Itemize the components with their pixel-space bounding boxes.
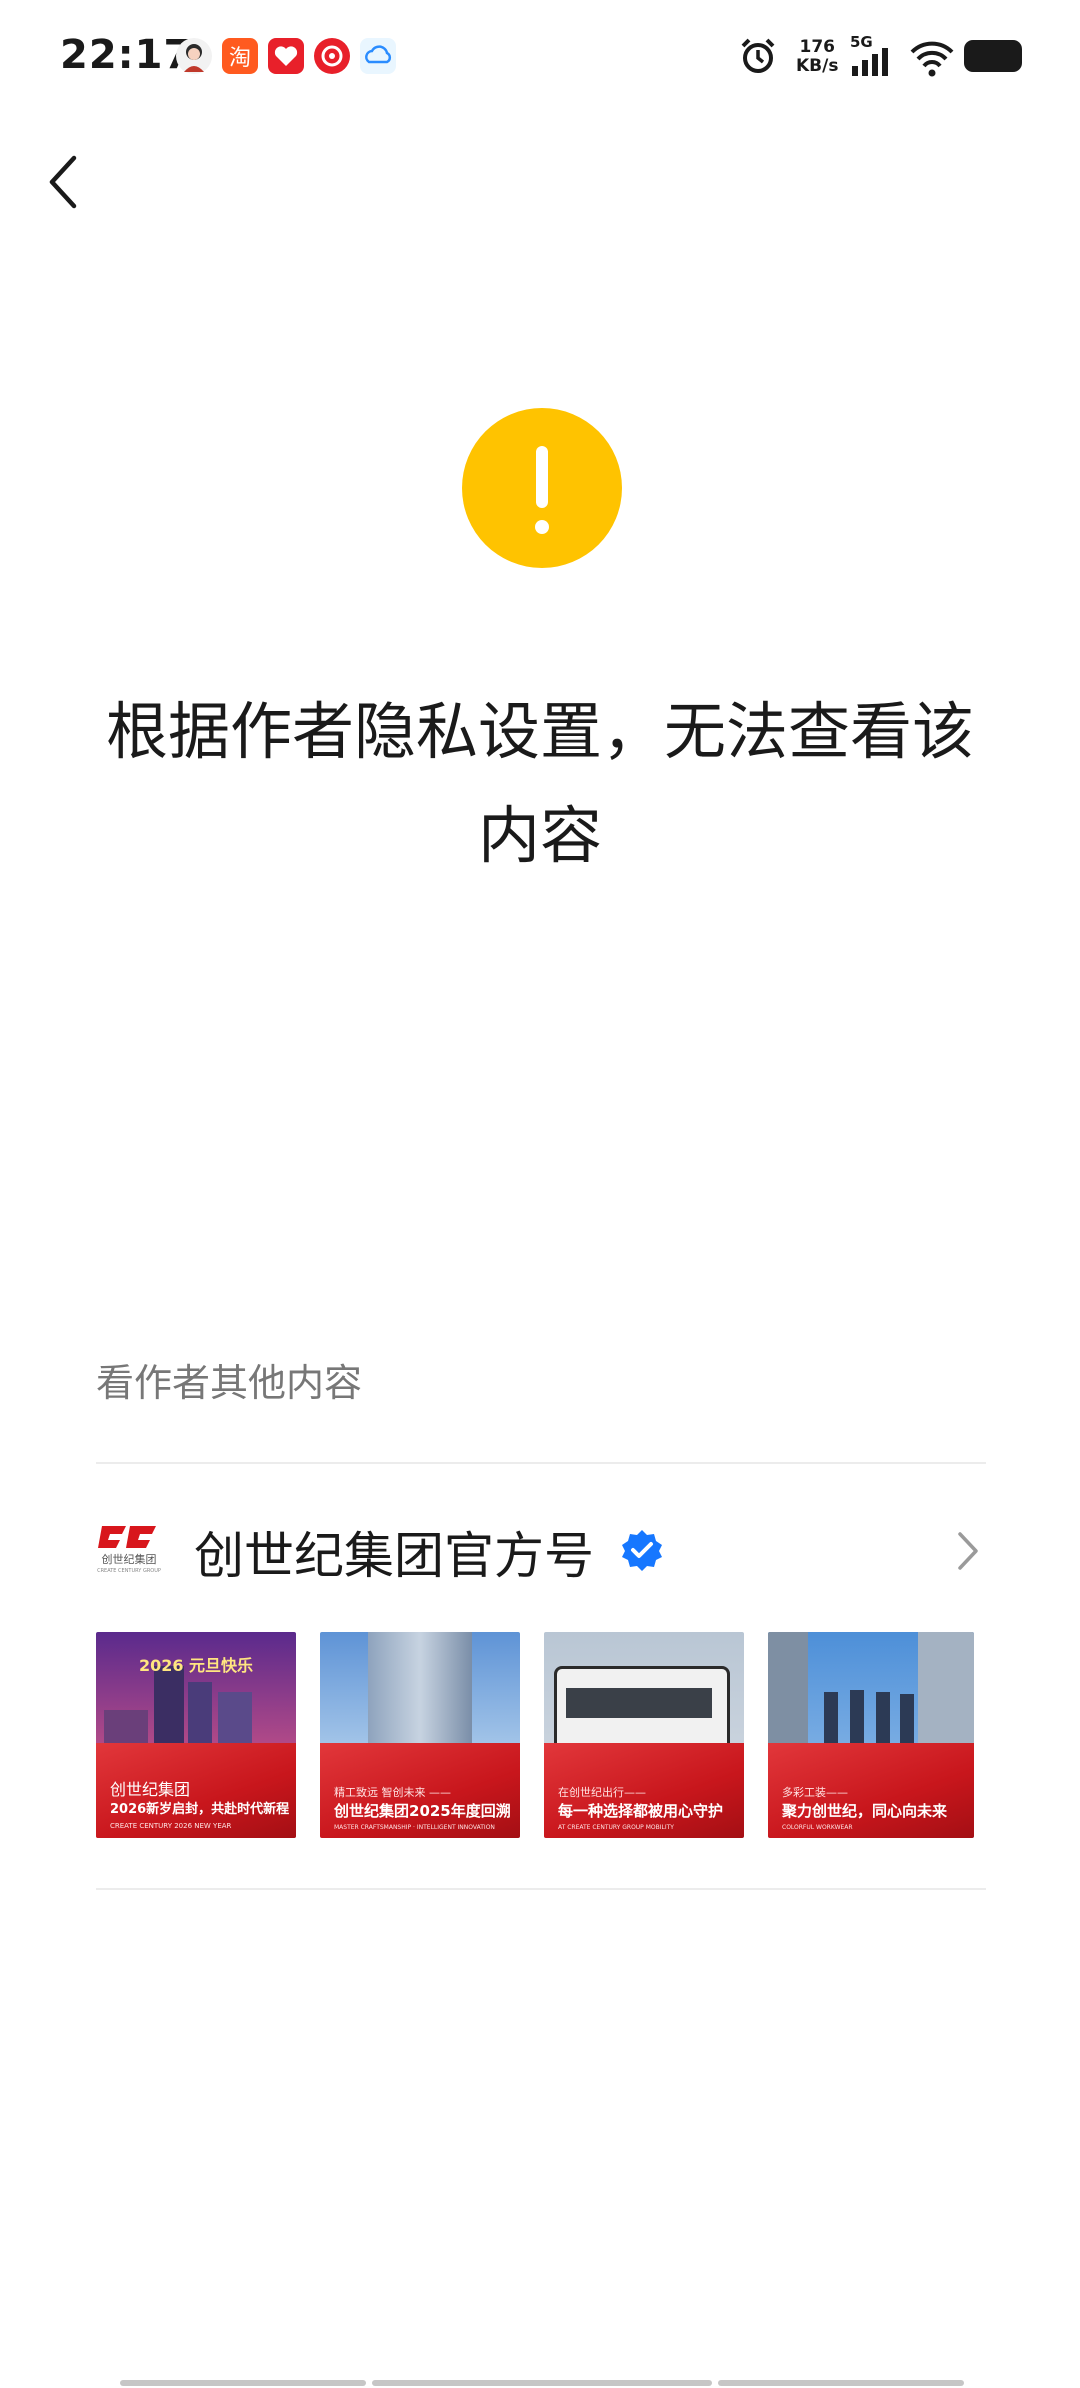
alarm-icon	[738, 36, 778, 80]
chevron-left-icon	[49, 155, 77, 209]
divider-top	[96, 1462, 986, 1464]
verified-badge-icon	[620, 1528, 664, 1572]
thumbnail-1-small: 创世纪集团	[110, 1780, 191, 1799]
author-row[interactable]: 创世纪集团 CREATE CENTURY GROUP 创世纪集团官方号	[96, 1510, 986, 1590]
thumbnail-1[interactable]: 2026 元旦快乐 创世纪集团 2026新岁启封，共赴时代新程 CREATE C…	[96, 1632, 296, 1838]
thumbnail-3[interactable]: 在创世纪出行—— 每一种选择都被用心守护 AT CREATE CENTURY G…	[544, 1632, 744, 1838]
thumbnail-4[interactable]: 多彩工装—— 聚力创世纪，同心向未来 COLORFUL WORKWEAR	[768, 1632, 974, 1838]
music-app-icon	[314, 38, 350, 74]
thumbnail-1-title: 2026新岁启封，共赴时代新程	[110, 1802, 290, 1817]
home-indicator-segment	[718, 2380, 964, 2386]
thumbnail-3-footer: AT CREATE CENTURY GROUP MOBILITY	[558, 1824, 674, 1831]
home-indicator-segment	[372, 2380, 712, 2386]
author-logo: 创世纪集团 CREATE CENTURY GROUP	[96, 1520, 162, 1576]
network-speed: 176 KB/s	[796, 38, 838, 76]
taobao-icon: 淘	[222, 38, 258, 74]
status-bar: 22:17 淘 176 KB/s 5G	[0, 0, 1080, 116]
divider-bottom	[96, 1888, 986, 1890]
thumbnail-2-title: 创世纪集团2025年度回溯	[334, 1802, 511, 1820]
thumbnail-3-small: 在创世纪出行——	[558, 1786, 646, 1799]
warning-icon	[462, 408, 622, 568]
author-name[interactable]: 创世纪集团官方号	[194, 1516, 594, 1588]
wifi-icon	[908, 38, 956, 82]
svg-text:CREATE CENTURY GROUP: CREATE CENTURY GROUP	[97, 1568, 161, 1574]
thumbnail-2[interactable]: 精工致远 智创未来 —— 创世纪集团2025年度回溯 MASTER CRAFTS…	[320, 1632, 520, 1838]
thumbnail-strip: 2026 元旦快乐 创世纪集团 2026新岁启封，共赴时代新程 CREATE C…	[96, 1632, 986, 1838]
privacy-message: 根据作者隐私设置，无法查看该内容	[105, 695, 974, 872]
cloud-app-icon	[360, 38, 396, 74]
thumbnail-2-small: 精工致远 智创未来 ——	[334, 1786, 451, 1799]
signal-icon: 5G	[850, 34, 888, 76]
thumbnail-4-footer: COLORFUL WORKWEAR	[782, 1824, 853, 1831]
thumbnail-4-title: 聚力创世纪，同心向未来	[782, 1802, 948, 1820]
status-time: 22:17	[60, 32, 193, 78]
svg-text:淘: 淘	[229, 46, 251, 71]
thumbnail-3-title: 每一种选择都被用心守护	[558, 1802, 724, 1820]
thumbnail-4-small: 多彩工装——	[782, 1786, 848, 1799]
thumbnail-2-footer: MASTER CRAFTSMANSHIP · INTELLIGENT INNOV…	[334, 1824, 495, 1831]
network-speed-unit: KB/s	[796, 56, 839, 76]
avatar-notification-icon	[176, 38, 212, 74]
home-indicator-segment	[120, 2380, 366, 2386]
heart-app-icon	[268, 38, 304, 74]
chevron-right-icon[interactable]	[952, 1528, 982, 1574]
svg-text:创世纪集团: 创世纪集团	[102, 1552, 157, 1566]
thumbnail-1-top: 2026 元旦快乐	[138, 1656, 254, 1675]
back-button[interactable]	[38, 150, 90, 214]
other-content-label: 看作者其他内容	[96, 1361, 363, 1405]
thumbnail-1-footer: CREATE CENTURY 2026 NEW YEAR	[110, 1822, 232, 1830]
battery-icon	[964, 40, 1022, 72]
network-speed-value: 176	[799, 37, 835, 57]
